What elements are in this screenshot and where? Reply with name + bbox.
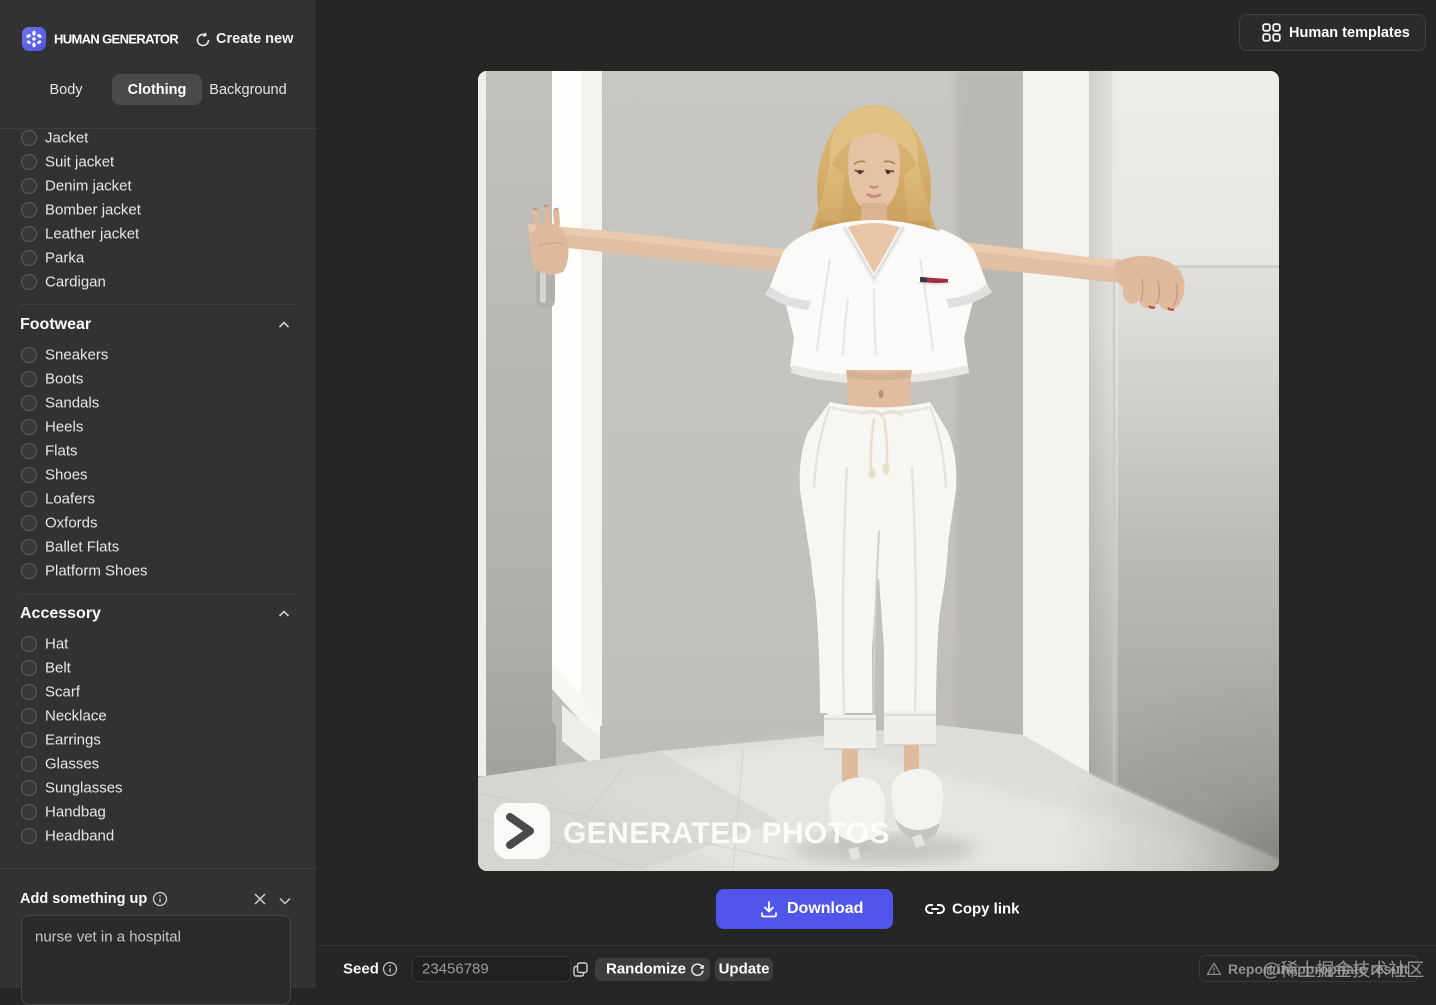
svg-text:GENERATED PHOTOS: GENERATED PHOTOS [563,817,890,850]
